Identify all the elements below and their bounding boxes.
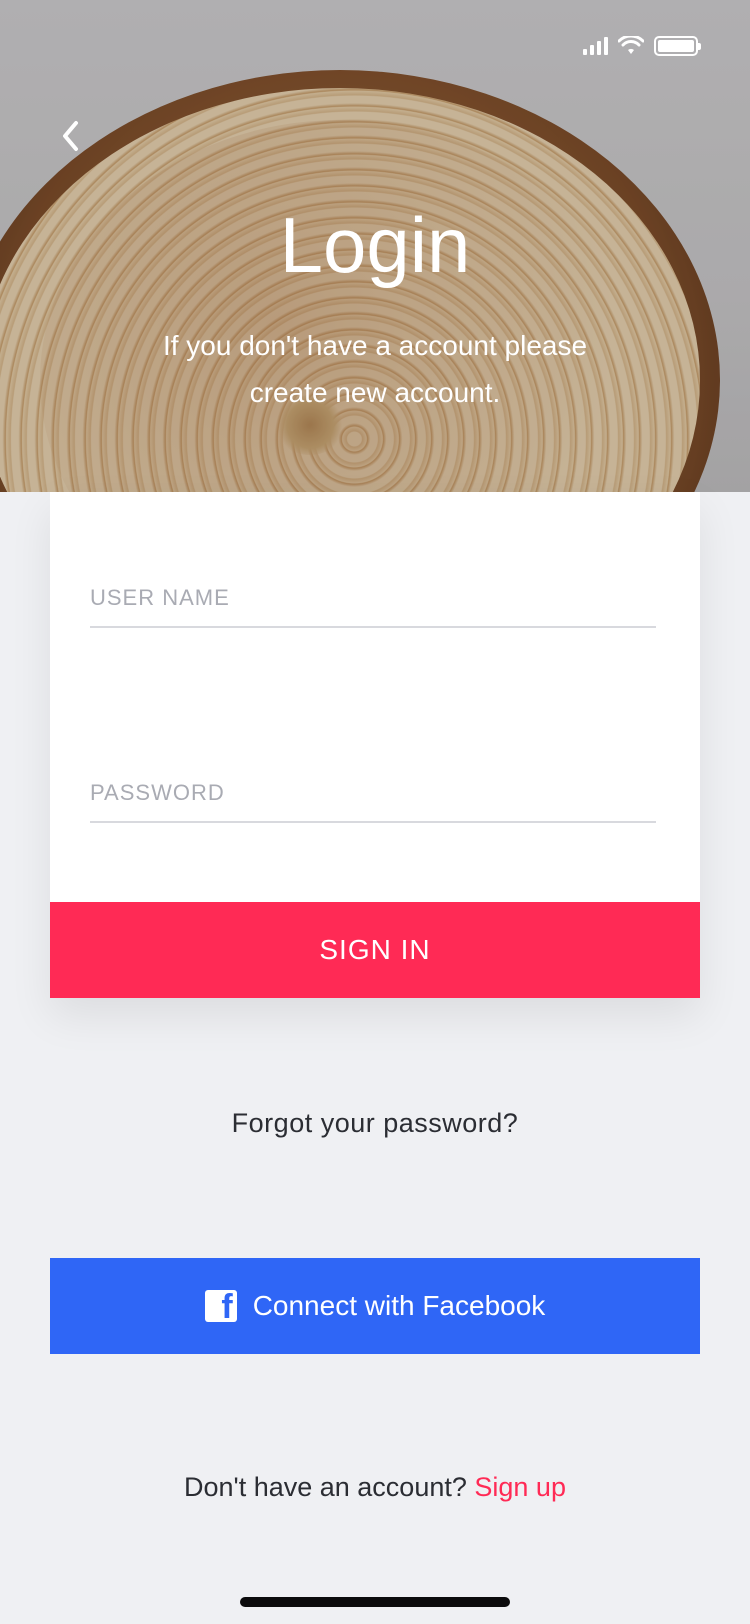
connect-facebook-button[interactable]: f Connect with Facebook [50, 1258, 700, 1354]
facebook-button-label: Connect with Facebook [252, 1290, 546, 1321]
wifi-icon [618, 36, 644, 54]
password-input[interactable] [90, 773, 656, 813]
sign-in-button[interactable]: SIGN IN [50, 902, 700, 998]
username-field-wrapper [90, 578, 656, 628]
signal-icon [583, 37, 608, 55]
signup-prompt: Don't have an account? Sign up [0, 1472, 750, 1503]
facebook-icon: f [204, 1290, 237, 1324]
page-title: Login [279, 201, 471, 289]
forgot-password-link[interactable]: Forgot your password? [0, 1108, 750, 1139]
page-subtitle: If you don't have a account please creat… [162, 330, 588, 408]
sign-up-link[interactable]: Sign up [474, 1472, 566, 1502]
username-input[interactable] [90, 578, 656, 618]
home-indicator[interactable] [240, 1597, 510, 1607]
signup-prompt-text: Don't have an account? [184, 1472, 467, 1502]
password-field-wrapper [90, 773, 656, 823]
battery-icon [654, 36, 701, 56]
status-bar [583, 34, 701, 58]
chevron-left-icon [63, 121, 78, 151]
back-button[interactable] [56, 118, 84, 154]
